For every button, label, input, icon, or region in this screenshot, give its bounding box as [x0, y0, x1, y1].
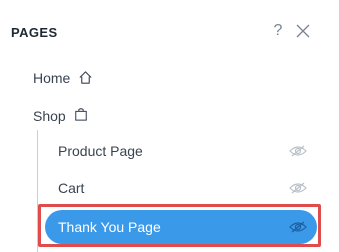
home-icon [79, 71, 92, 84]
page-item-label: Thank You Page [58, 219, 161, 235]
page-item-label: Product Page [58, 143, 143, 159]
panel-title: PAGES [11, 25, 58, 40]
close-icon[interactable] [296, 24, 310, 38]
page-item-thank-you-page[interactable]: Thank You Page [45, 210, 317, 244]
panel-header: PAGES ? [0, 0, 339, 62]
page-item-label: Shop [33, 108, 66, 124]
tree-connector [37, 130, 38, 252]
eye-hidden-icon[interactable] [289, 144, 307, 158]
eye-hidden-icon[interactable] [289, 181, 307, 195]
page-item-cart[interactable]: Cart [45, 171, 317, 205]
page-item-label: Cart [58, 180, 85, 196]
shopping-bag-icon [75, 108, 87, 121]
page-item-home[interactable]: Home [33, 67, 213, 89]
page-item-shop[interactable]: Shop [33, 104, 213, 126]
eye-hidden-icon[interactable] [289, 220, 307, 234]
help-button[interactable]: ? [270, 22, 286, 40]
page-item-label: Home [33, 70, 71, 86]
page-item-product-page[interactable]: Product Page [45, 134, 317, 168]
